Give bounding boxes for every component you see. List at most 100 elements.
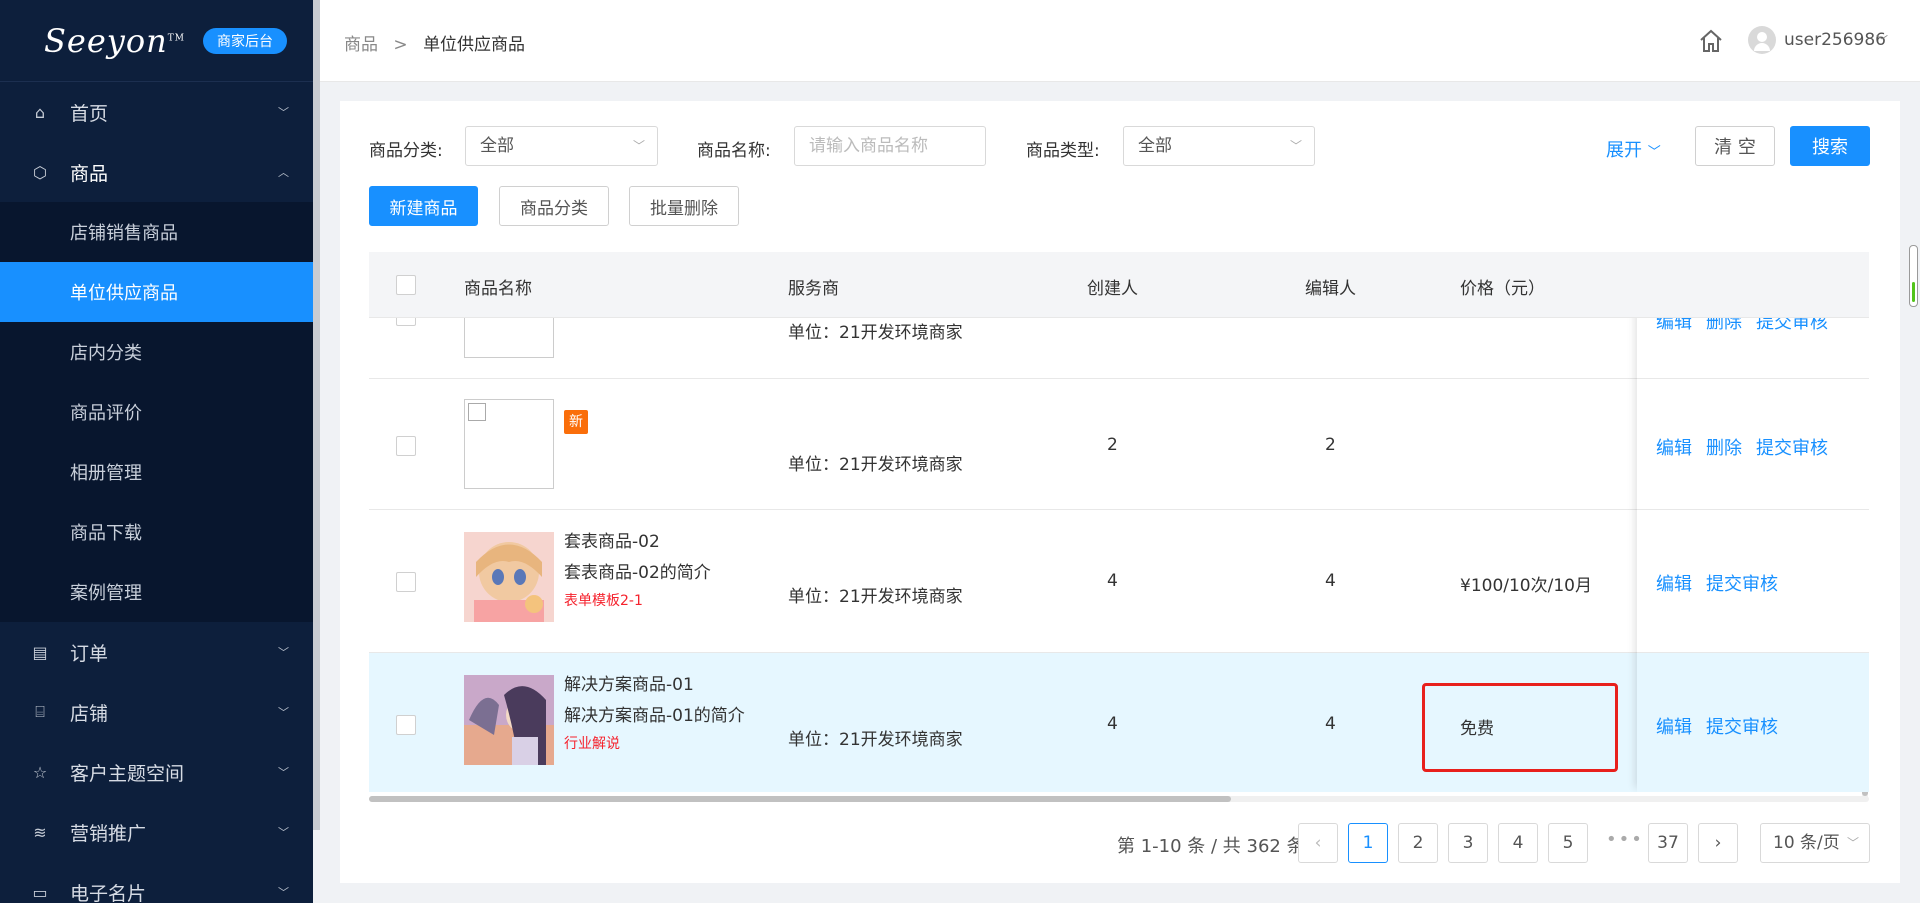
edit-link[interactable]: 编辑 xyxy=(1656,713,1692,739)
table-horizontal-scrollbar-thumb[interactable] xyxy=(369,796,1231,802)
product-name-input[interactable] xyxy=(794,126,986,166)
page-5-button[interactable]: 5 xyxy=(1548,823,1588,863)
sidebar-scrollbar[interactable] xyxy=(313,0,320,903)
delete-link[interactable]: 删除 xyxy=(1706,318,1742,334)
product-tag: 表单模板2-1 xyxy=(564,593,643,609)
edit-link[interactable]: 编辑 xyxy=(1656,318,1692,334)
delete-link[interactable]: 删除 xyxy=(1706,434,1742,460)
page-1-button[interactable]: 1 xyxy=(1348,823,1388,863)
table-header: 商品名称 服务商 创建人 编辑人 价格（元） xyxy=(369,252,1869,318)
product-image xyxy=(464,532,554,622)
search-button[interactable]: 搜索 xyxy=(1790,126,1870,166)
pagination-ellipsis[interactable]: ••• xyxy=(1606,829,1644,850)
product-image xyxy=(464,675,554,765)
column-header-price: 价格（元） xyxy=(1460,279,1545,299)
select-all-checkbox[interactable] xyxy=(396,275,416,295)
menu-item-orders[interactable]: ▤ 订单 ﹀ xyxy=(0,622,313,682)
operations-cell-inner: 编辑 删除 提交审核 xyxy=(1637,318,1869,378)
edit-link[interactable]: 编辑 xyxy=(1656,570,1692,596)
name-filter-label: 商品名称: xyxy=(697,141,771,161)
page-scrollbar-thumb[interactable] xyxy=(1912,282,1915,302)
broken-image-icon xyxy=(468,403,486,421)
breadcrumb-parent[interactable]: 商品 xyxy=(344,35,378,55)
sidebar: SeeyonTM 商家后台 ⌂ 首页 ﹀ ⬡ 商品 ︿ 店铺销售商品 单位供应商… xyxy=(0,0,313,903)
menu-item-label: 客户主题空间 xyxy=(70,762,185,785)
menu-item-ecard[interactable]: ▭ 电子名片 ﹀ xyxy=(0,862,313,903)
clear-button[interactable]: 清 空 xyxy=(1695,126,1775,166)
page-size-value: 10 条/页 xyxy=(1773,833,1840,853)
chevron-down-icon: ﹀ xyxy=(278,766,289,779)
editor-cell: 4 xyxy=(1325,571,1336,591)
product-name[interactable]: 解决方案商品-01 xyxy=(564,670,694,695)
batch-delete-button[interactable]: 批量删除 xyxy=(629,186,739,226)
page-scrollbar[interactable] xyxy=(1909,245,1918,307)
page-37-button[interactable]: 37 xyxy=(1648,823,1688,863)
column-header-provider: 服务商 xyxy=(788,279,839,299)
new-badge: 新 xyxy=(564,410,588,434)
product-thumbnail xyxy=(464,399,554,489)
table-horizontal-scrollbar[interactable] xyxy=(369,796,1869,802)
editor-cell: 4 xyxy=(1325,714,1336,734)
card-icon: ▭ xyxy=(32,882,48,902)
home-icon[interactable] xyxy=(1698,28,1724,54)
menu-item-products[interactable]: ⬡ 商品 ︿ xyxy=(0,142,313,202)
product-category-button[interactable]: 商品分类 xyxy=(499,186,609,226)
category-select-value: 全部 xyxy=(480,136,514,156)
prev-page-button[interactable]: ‹ xyxy=(1298,823,1338,863)
submit-review-link[interactable]: 提交审核 xyxy=(1706,713,1778,739)
menu-item-label: 店铺 xyxy=(70,702,109,725)
row-checkbox[interactable] xyxy=(396,572,416,592)
sidebar-scrollbar-thumb[interactable] xyxy=(313,0,320,830)
submenu-item-store-sales[interactable]: 店铺销售商品 xyxy=(0,202,313,262)
chevron-down-icon: ﹀ xyxy=(278,706,289,719)
page-4-button[interactable]: 4 xyxy=(1498,823,1538,863)
submit-review-link[interactable]: 提交审核 xyxy=(1756,434,1828,460)
page-2-button[interactable]: 2 xyxy=(1398,823,1438,863)
submenu-item-store-category[interactable]: 店内分类 xyxy=(0,322,313,382)
chevron-down-icon: ﹀ xyxy=(278,646,289,659)
page-size-select[interactable]: 10 条/页 ﹀ xyxy=(1760,823,1870,863)
username[interactable]: user256986 xyxy=(1784,30,1886,50)
merchant-backend-badge: 商家后台 xyxy=(202,27,287,54)
submenu-item-case-management[interactable]: 案例管理 xyxy=(0,562,313,622)
creator-cell: 4 xyxy=(1107,714,1118,734)
provider-cell: 单位：21开发环境商家 xyxy=(788,730,963,750)
operations-cell: 编辑 删除 提交审核 xyxy=(1637,318,1869,379)
submit-review-link[interactable]: 提交审核 xyxy=(1706,570,1778,596)
expand-filters-link[interactable]: 展开 ﹀ xyxy=(1606,136,1661,162)
submenu-item-unit-supply[interactable]: 单位供应商品 xyxy=(0,262,313,322)
edit-link[interactable]: 编辑 xyxy=(1656,434,1692,460)
menu-item-label: 订单 xyxy=(70,642,109,665)
chevron-down-icon[interactable]: ﹀ xyxy=(1876,32,1888,49)
expand-label: 展开 xyxy=(1606,140,1642,161)
next-page-button[interactable]: › xyxy=(1698,823,1738,863)
avatar[interactable] xyxy=(1748,26,1776,54)
page-3-button[interactable]: 3 xyxy=(1448,823,1488,863)
row-checkbox[interactable] xyxy=(396,715,416,735)
menu-item-customer-space[interactable]: ☆ 客户主题空间 ﹀ xyxy=(0,742,313,802)
menu-item-shop[interactable]: ⌸ 店铺 ﹀ xyxy=(0,682,313,742)
price-highlight-box xyxy=(1422,683,1618,772)
product-intro: 套表商品-02的简介 xyxy=(564,563,711,583)
product-intro: 解决方案商品-01的简介 xyxy=(564,706,745,726)
logo-area: SeeyonTM 商家后台 xyxy=(0,0,313,82)
price-cell: ¥100/10次/10月 xyxy=(1460,576,1592,596)
submenu-item-album[interactable]: 相册管理 xyxy=(0,442,313,502)
menu-item-label: 电子名片 xyxy=(70,882,147,903)
submenu-item-product-download[interactable]: 商品下载 xyxy=(0,502,313,562)
row-checkbox[interactable] xyxy=(396,436,416,456)
layers-icon: ≋ xyxy=(33,822,47,842)
menu-item-label: 首页 xyxy=(70,102,109,125)
submit-review-link[interactable]: 提交审核 xyxy=(1756,318,1828,334)
category-select[interactable]: 全部 ﹀ xyxy=(465,126,658,166)
menu-item-home[interactable]: ⌂ 首页 ﹀ xyxy=(0,82,313,142)
submenu-item-product-review[interactable]: 商品评价 xyxy=(0,382,313,442)
type-select[interactable]: 全部 ﹀ xyxy=(1123,126,1315,166)
provider-cell: 单位：21开发环境商家 xyxy=(788,587,963,607)
menu-item-marketing[interactable]: ≋ 营销推广 ﹀ xyxy=(0,802,313,862)
cube-icon: ⬡ xyxy=(33,162,47,182)
operations-cell: 编辑 提交审核 xyxy=(1637,653,1869,792)
product-name[interactable]: 套表商品-02 xyxy=(564,527,660,552)
new-product-button[interactable]: 新建商品 xyxy=(369,186,478,226)
chevron-down-icon: ﹀ xyxy=(278,826,289,839)
